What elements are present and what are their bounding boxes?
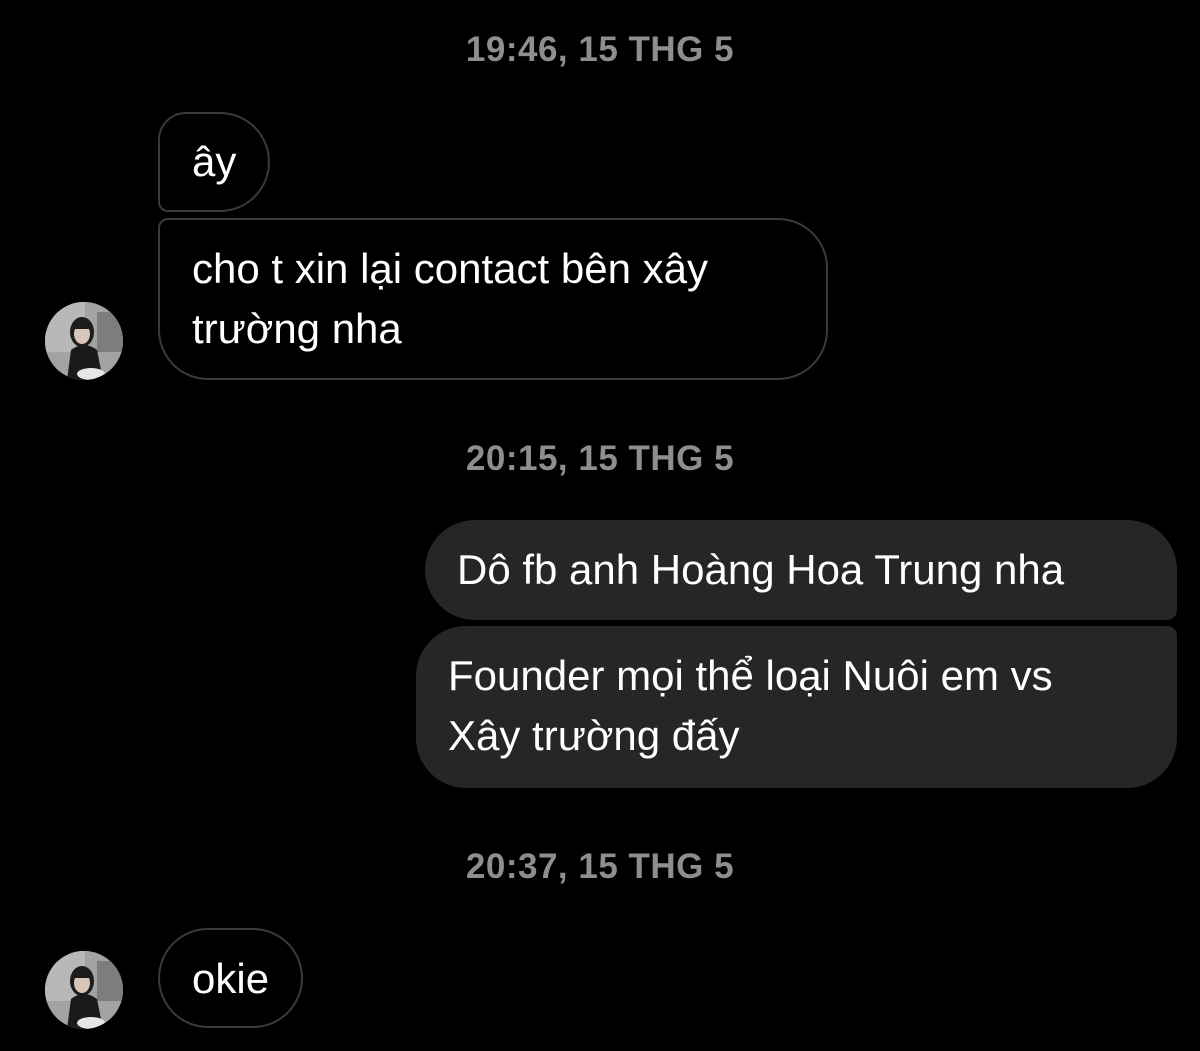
timestamp: 20:15, 15 THG 5 — [465, 439, 735, 478]
incoming-message[interactable]: okie — [158, 928, 304, 1028]
avatar[interactable] — [45, 951, 123, 1029]
incoming-message[interactable]: ây — [158, 112, 271, 212]
outgoing-message[interactable]: Founder mọi thể loại Nuôi em vs Xây trườ… — [416, 626, 1177, 788]
avatar[interactable] — [45, 302, 123, 380]
outgoing-message[interactable]: Dô fb anh Hoàng Hoa Trung nha — [425, 520, 1177, 620]
user-avatar-icon — [45, 302, 123, 380]
user-avatar-icon — [45, 951, 123, 1029]
incoming-message[interactable]: cho t xin lại contact bên xây trường nha — [158, 218, 828, 380]
timestamp: 20:37, 15 THG 5 — [465, 847, 735, 886]
timestamp: 19:46, 15 THG 5 — [465, 30, 735, 69]
